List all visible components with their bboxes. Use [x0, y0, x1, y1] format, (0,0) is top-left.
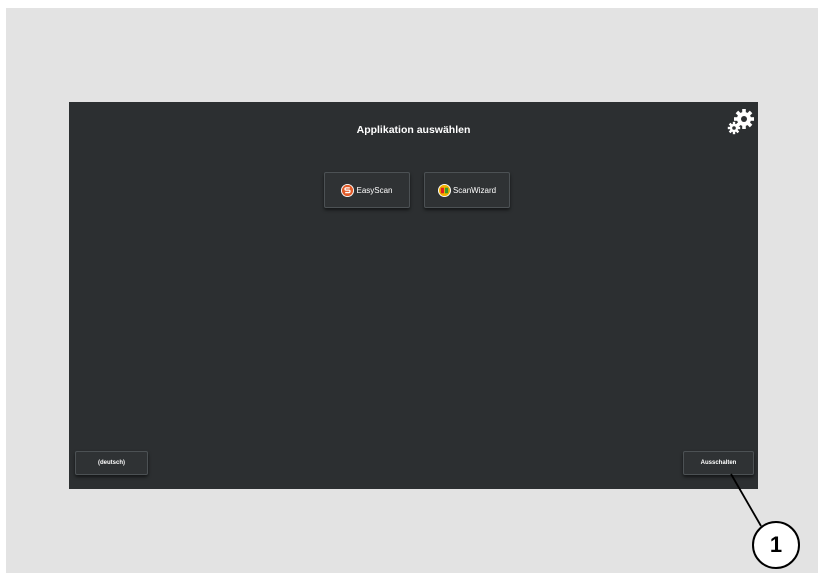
callout-leader-line — [730, 473, 762, 527]
callout-marker: 1 — [752, 521, 800, 569]
